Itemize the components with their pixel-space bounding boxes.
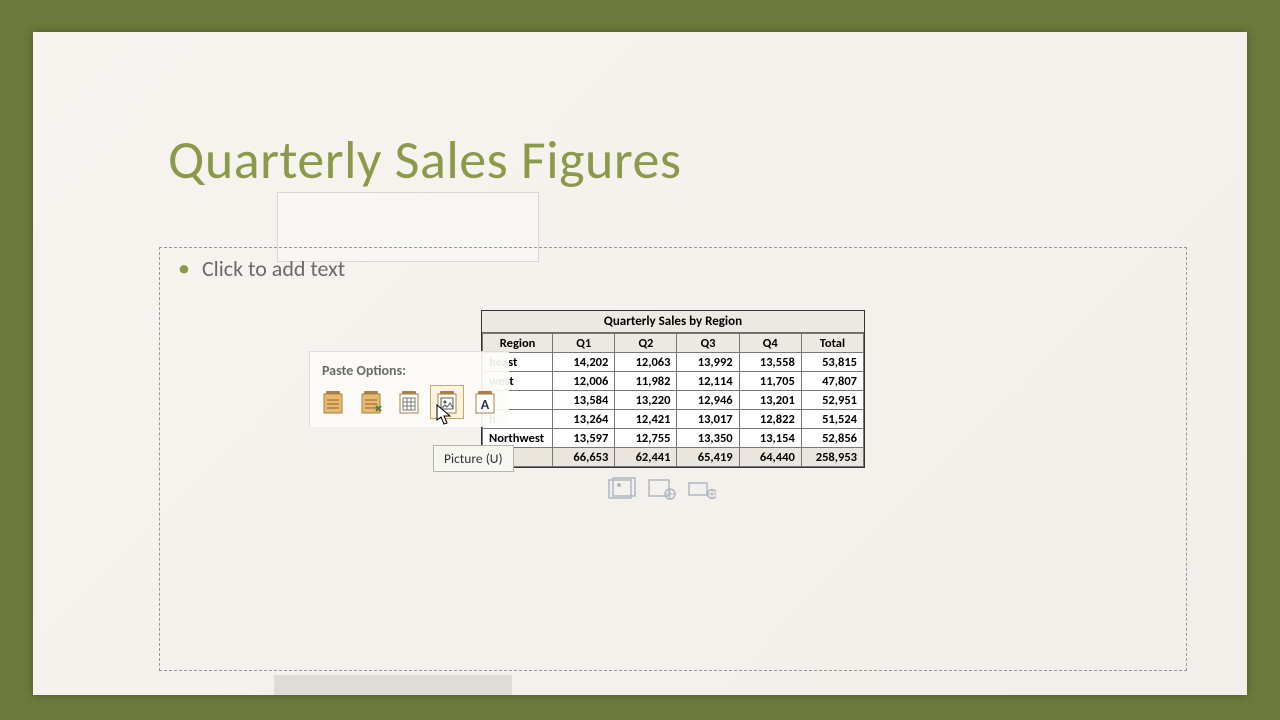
table-row: heast14,20212,06313,99213,55853,815	[483, 353, 864, 372]
cell-q2: 13,220	[615, 391, 677, 410]
table-row: west12,00611,98212,11411,70547,807	[483, 372, 864, 391]
placeholder-text-line[interactable]: • Click to add text	[178, 254, 345, 283]
cell-q1: 12,006	[553, 372, 615, 391]
th-q3: Q3	[677, 334, 739, 353]
paste-use-destination-theme-button[interactable]	[316, 385, 350, 419]
cell-q3: 13,350	[677, 429, 739, 448]
table-row: Northwest13,59712,75513,35013,15452,856	[483, 429, 864, 448]
th-total: Total	[801, 334, 863, 353]
paste-options-label: Paste Options:	[310, 352, 509, 385]
cell-q1: 66,653	[553, 448, 615, 467]
insert-online-picture-icon[interactable]	[648, 477, 676, 501]
insert-video-icon[interactable]	[688, 477, 716, 501]
cell-q4: 11,705	[739, 372, 801, 391]
cell-q2: 12,063	[615, 353, 677, 372]
cell-total: 47,807	[801, 372, 863, 391]
content-placeholder-icons	[608, 477, 716, 501]
cell-q2: 11,982	[615, 372, 677, 391]
cell-q2: 12,421	[615, 410, 677, 429]
paste-text-only-button[interactable]: A	[468, 385, 502, 419]
cell-q4: 64,440	[739, 448, 801, 467]
cell-total: 52,951	[801, 391, 863, 410]
sales-table[interactable]: Quarterly Sales by Region Region Q1 Q2 Q…	[481, 310, 865, 468]
paste-options-panel[interactable]: Paste Options: A	[309, 351, 509, 427]
svg-text:A: A	[481, 396, 490, 413]
cell-q3: 65,419	[677, 448, 739, 467]
cell-q1: 14,202	[553, 353, 615, 372]
paste-embed-button[interactable]	[392, 385, 426, 419]
cell-q2: 12,755	[615, 429, 677, 448]
slide-title[interactable]: Quarterly Sales Figures	[168, 127, 682, 193]
cell-q4: 13,154	[739, 429, 801, 448]
th-q4: Q4	[739, 334, 801, 353]
cell-q3: 13,017	[677, 410, 739, 429]
cell-q4: 12,822	[739, 410, 801, 429]
cell-q2: 62,441	[615, 448, 677, 467]
mouse-cursor-icon	[436, 404, 452, 426]
bottom-ghost-bar	[274, 675, 512, 695]
table-row: t13,58413,22012,94613,20152,951	[483, 391, 864, 410]
cell-total: 258,953	[801, 448, 863, 467]
cell-q1: 13,597	[553, 429, 615, 448]
insert-picture-icon[interactable]	[608, 477, 636, 501]
table-title: Quarterly Sales by Region	[482, 311, 864, 333]
cell-q3: 13,992	[677, 353, 739, 372]
cell-q3: 12,114	[677, 372, 739, 391]
slide-canvas: Quarterly Sales Figures • Click to add t…	[33, 32, 1247, 695]
paste-option-tooltip: Picture (U)	[433, 445, 514, 472]
cell-q4: 13,201	[739, 391, 801, 410]
table-row: h13,26412,42113,01712,82251,524	[483, 410, 864, 429]
placeholder-text: Click to add text	[202, 255, 345, 282]
cell-q4: 13,558	[739, 353, 801, 372]
bullet-icon: •	[178, 254, 190, 283]
th-q2: Q2	[615, 334, 677, 353]
th-region: Region	[483, 334, 553, 353]
cell-total: 52,856	[801, 429, 863, 448]
table-row: 66,65362,44165,41964,440258,953	[483, 448, 864, 467]
cell-total: 51,524	[801, 410, 863, 429]
cell-total: 53,815	[801, 353, 863, 372]
cell-q3: 12,946	[677, 391, 739, 410]
table-header-row: Region Q1 Q2 Q3 Q4 Total	[483, 334, 864, 353]
th-q1: Q1	[553, 334, 615, 353]
paste-keep-source-formatting-button[interactable]	[354, 385, 388, 419]
cell-q1: 13,264	[553, 410, 615, 429]
cell-q1: 13,584	[553, 391, 615, 410]
